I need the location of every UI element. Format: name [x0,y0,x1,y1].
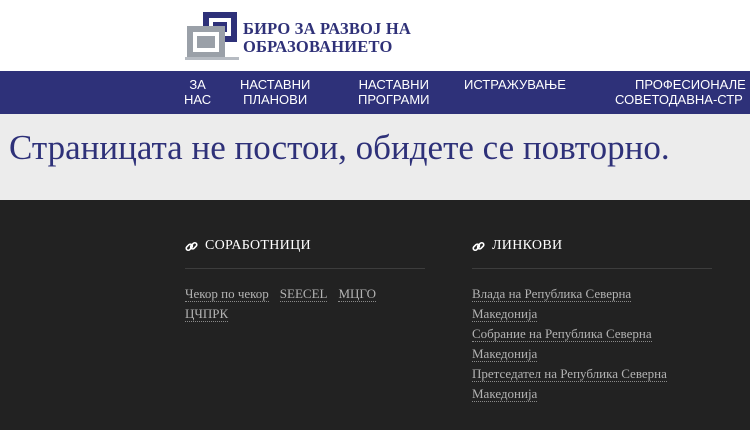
nav-item-label: ЗА [189,77,206,92]
logo-line-2: ОБРАЗОВАНИЕТО [243,37,393,56]
footer-links-section: ЛИНКОВИ Влада на Република Северна Макед… [472,236,712,404]
page-not-found-message: Страницата не постои, обидете се повторн… [9,128,670,167]
nav-item-label: ПРОГРАМИ [358,92,430,107]
nav-item-programs[interactable]: НАСТАВНИ ПРОГРАМИ [358,77,430,107]
partner-link[interactable]: МЦГО [338,286,376,302]
section-divider [472,268,712,269]
site-footer: СОРАБОТНИЦИ Чекор по чекор SEECEL МЦГО ЦЧП… [0,200,750,430]
nav-item-label: ИСТРАЖУВАЊЕ [464,77,566,92]
error-banner: Страницата не постои, обидете се повторн… [0,114,750,200]
partners-title: СОРАБОТНИЦИ [205,238,311,253]
footer-section-heading: ЛИНКОВИ [472,236,712,256]
nav-item-label: ПРОФЕСИОНАЛЕ [635,77,746,92]
nav-item-label: НАСТАВНИ [240,77,311,92]
link-text: Македонија [472,346,538,362]
section-divider [185,268,425,269]
nav-item-professional[interactable]: ПРОФЕСИОНАЛЕ СОВЕТОДАВНА-СТР [615,77,746,107]
external-link-assembly[interactable]: Собрание на Република Северна Македонија [472,324,712,364]
nav-item-curricula[interactable]: НАСТАВНИ ПЛАНОВИ [240,77,310,107]
nav-item-label: НАСТАВНИ [358,77,429,92]
partner-link[interactable]: Чекор по чекор [185,286,269,302]
footer-section-heading: СОРАБОТНИЦИ [185,236,425,256]
site-header: БИРО ЗА РАЗВОЈ НА ОБРАЗОВАНИЕТО [0,0,750,71]
logo-line-1: БИРО ЗА РАЗВОЈ НА [243,19,411,38]
site-logo[interactable]: БИРО ЗА РАЗВОЈ НА ОБРАЗОВАНИЕТО [185,10,425,65]
footer-partners-section: СОРАБОТНИЦИ Чекор по чекор SEECEL МЦГО ЦЧП… [185,236,425,324]
logo-mark-icon [185,12,239,60]
links-title: ЛИНКОВИ [492,238,563,253]
link-text: Влада на Република Северна [472,286,632,302]
external-links: Влада на Република Северна Македонија Со… [472,284,712,404]
link-text: Претседател на Република Северна [472,366,667,382]
link-text: Македонија [472,306,538,322]
main-navigation: ЗА НАС НАСТАВНИ ПЛАНОВИ НАСТАВНИ ПРОГРАМ… [0,71,750,114]
partner-link[interactable]: SEECEL [279,286,328,302]
link-text: Собрание на Република Северна [472,326,652,342]
nav-item-label: ПЛАНОВИ [243,92,308,107]
partner-link[interactable]: ЦЧПРК [185,306,229,322]
nav-item-label: НАС [184,92,212,107]
link-text: Македонија [472,386,538,402]
partners-links: Чекор по чекор SEECEL МЦГО ЦЧПРК [185,284,425,324]
nav-item-label: СОВЕТОДАВНА-СТР [615,92,743,107]
chain-link-icon [472,241,485,251]
chain-link-icon [185,241,198,251]
logo-text: БИРО ЗА РАЗВОЈ НА ОБРАЗОВАНИЕТО [243,20,411,56]
nav-item-research[interactable]: ИСТРАЖУВАЊЕ [464,77,566,92]
external-link-president[interactable]: Претседател на Република Северна Македон… [472,364,712,404]
external-link-government[interactable]: Влада на Република Северна Македонија [472,284,712,324]
nav-item-about[interactable]: ЗА НАС [184,77,211,107]
